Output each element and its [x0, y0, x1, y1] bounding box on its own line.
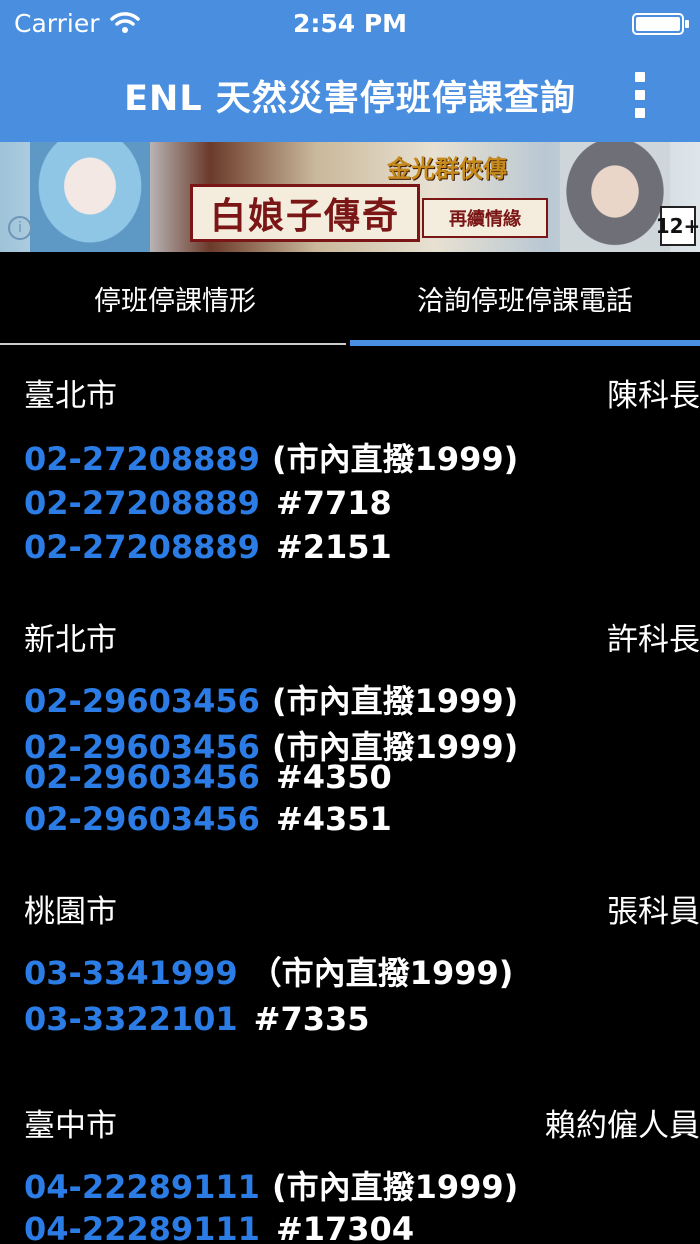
contact-line: 02-27208889 #7718 [24, 484, 392, 522]
phone-extension: (市內直撥1999) [271, 440, 519, 478]
tab-divider [0, 343, 346, 345]
contact-line: 03-3341999 （市內直撥1999) [24, 948, 513, 994]
phone-link[interactable]: 02-27208889 [24, 440, 260, 478]
contact-line: 04-22289111 (市內直撥1999) [24, 1162, 518, 1208]
banner-character-right [560, 142, 670, 252]
city-name: 新北市 [24, 622, 117, 658]
phone-link[interactable]: 04-22289111 [24, 1210, 260, 1244]
phone-extension: #7718 [275, 484, 392, 522]
nav-bar: ENL 天然災害停班停課查詢 [0, 48, 700, 142]
phone-link[interactable]: 02-29603456 [24, 800, 260, 838]
phone-extension: #4350 [275, 758, 392, 796]
phone-extension: #7335 [253, 1000, 370, 1038]
contact-line: 03-3322101 #7335 [24, 1000, 370, 1038]
banner-title: 白娘子傳奇 [190, 184, 420, 242]
phone-link[interactable]: 02-29603456 [24, 682, 260, 720]
contact-list: 臺北市 陳科長 02-27208889 (市內直撥1999) 02-2720888… [0, 348, 700, 1244]
phone-link[interactable]: 03-3341999 [24, 954, 238, 992]
phone-link[interactable]: 02-27208889 [24, 528, 260, 566]
tab-selected-indicator [350, 340, 700, 346]
officer-name: 許科長 [607, 622, 700, 658]
officer-name: 張科員 [607, 894, 700, 930]
officer-name: 賴約僱人員 [545, 1108, 700, 1144]
contact-line: 02-27208889 #2151 [24, 528, 392, 566]
more-vertical-icon[interactable] [632, 72, 648, 118]
phone-extension: （市內直撥1999) [249, 954, 514, 992]
banner-logo: 金光群俠傳 [387, 153, 507, 183]
ad-info-icon[interactable]: i [8, 216, 32, 240]
phone-extension: #4351 [275, 800, 392, 838]
contact-line: 02-29603456 #4351 [24, 800, 392, 838]
tab-suspension-status[interactable]: 停班停課情形 [0, 252, 350, 348]
city-name: 臺中市 [24, 1108, 117, 1144]
battery-icon [632, 13, 689, 35]
contact-line: 02-29603456 (市內直撥1999) [24, 676, 518, 722]
phone-extension: (市內直撥1999) [271, 1168, 519, 1206]
phone-link[interactable]: 02-29603456 [24, 758, 260, 796]
phone-extension: #17304 [275, 1210, 415, 1244]
ad-banner[interactable]: 金光群俠傳 白娘子傳奇 再續情緣 [0, 142, 700, 252]
city-name: 桃園市 [24, 894, 117, 930]
officer-name: 陳科長 [607, 378, 700, 414]
contact-line: 02-29603456 #4350 [24, 758, 392, 796]
app-title: ENL 天然災害停班停課查詢 [124, 79, 576, 119]
age-rating-badge: 12+ [656, 206, 700, 246]
banner-character-left [30, 142, 150, 252]
contact-line: 04-22289111 #17304 [24, 1210, 414, 1244]
tab-bar: 停班停課情形 洽詢停班停課電話 [0, 252, 700, 348]
city-name: 臺北市 [24, 378, 117, 414]
app-screen: Carrier 2:54 PM ENL 天然災害停班停課查詢 金光群俠傳 白娘子… [0, 0, 700, 1244]
status-bar: Carrier 2:54 PM [0, 0, 700, 48]
tab-inquiry-phones[interactable]: 洽詢停班停課電話 [350, 252, 700, 348]
phone-extension: (市內直撥1999) [271, 682, 519, 720]
banner-subtitle: 再續情緣 [422, 198, 548, 238]
phone-link[interactable]: 04-22289111 [24, 1168, 260, 1206]
phone-link[interactable]: 02-27208889 [24, 484, 260, 522]
status-time: 2:54 PM [292, 9, 408, 38]
phone-link[interactable]: 03-3322101 [24, 1000, 238, 1038]
contact-line: 02-27208889 (市內直撥1999) [24, 434, 518, 480]
phone-extension: #2151 [275, 528, 392, 566]
